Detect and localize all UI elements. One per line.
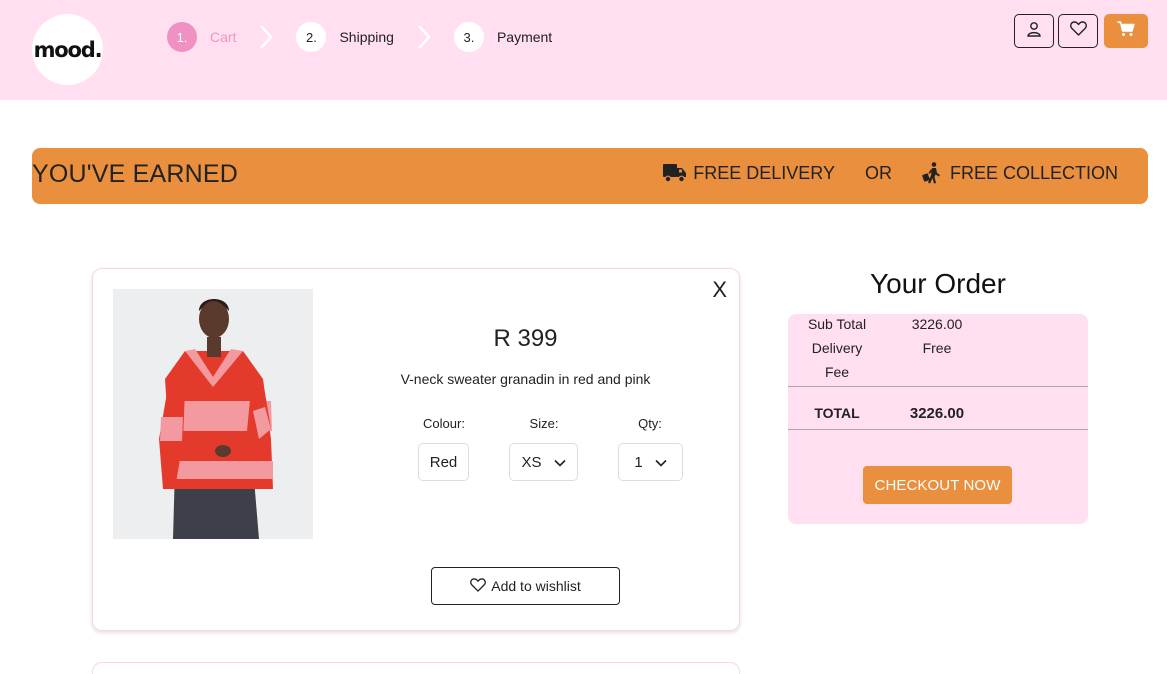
product-image[interactable]	[113, 289, 313, 539]
step-number: 2.	[296, 22, 327, 52]
cart-button[interactable]	[1104, 14, 1148, 48]
subtotal-value: 3226.00	[911, 316, 963, 332]
divider	[788, 429, 1088, 430]
chevron-down-icon	[542, 454, 566, 471]
wishlist-label: Add to wishlist	[491, 578, 581, 594]
account-button[interactable]	[1014, 14, 1054, 48]
divider	[788, 386, 1088, 387]
logo-text: mood.	[33, 37, 103, 62]
step-label: Cart	[210, 29, 237, 45]
qty-value: 1	[634, 453, 643, 471]
free-delivery-label: FREE DELIVERY	[693, 162, 835, 183]
qty-label: Qty:	[638, 416, 662, 431]
chevron-right-icon	[236, 22, 296, 52]
checkout-button[interactable]: CHECKOUT NOW	[863, 466, 1012, 504]
delivery-fee-label: Delivery	[811, 340, 863, 356]
heart-icon	[470, 577, 491, 595]
colour-field: Red	[418, 443, 469, 481]
delivery-fee-value: Free	[922, 340, 952, 356]
remove-item-button[interactable]: X	[712, 277, 727, 303]
step-label: Shipping	[339, 29, 394, 45]
step-number: 1.	[167, 22, 197, 52]
person-luggage-icon	[922, 162, 944, 184]
size-value: XS	[521, 453, 542, 471]
chevron-right-icon	[394, 22, 454, 52]
order-title: Your Order	[870, 268, 1006, 299]
or-label: OR	[864, 162, 892, 183]
step-cart[interactable]: 1. Cart	[167, 22, 236, 52]
step-number: 3.	[453, 22, 484, 52]
product-price: R 399	[493, 325, 558, 352]
cart-item-card: X R 399 V-neck sweater granadin in red a…	[92, 268, 740, 631]
colour-value: Red	[429, 453, 458, 471]
user-icon	[1026, 21, 1042, 42]
cart-item-card	[92, 662, 740, 674]
logo[interactable]: mood.	[32, 14, 103, 85]
step-payment[interactable]: 3. Payment	[453, 22, 553, 52]
colour-label: Colour:	[423, 416, 465, 431]
subtotal-label: Sub Total	[807, 316, 867, 332]
step-label: Payment	[496, 29, 553, 45]
checkout-steps: 1. Cart 2. Shipping 3. Payment	[167, 22, 552, 52]
step-shipping[interactable]: 2. Shipping	[296, 22, 394, 52]
size-label: Size:	[529, 416, 559, 431]
free-delivery-banner: YOU'VE EARNED FREE DELIVERY OR FREE COLL…	[32, 148, 1148, 204]
chevron-down-icon	[643, 454, 667, 471]
heart-icon	[1069, 21, 1087, 41]
size-select[interactable]: XS	[509, 443, 578, 481]
delivery-fee-label-line2: Fee	[824, 364, 850, 380]
total-label: TOTAL	[814, 405, 860, 421]
wishlist-button[interactable]	[1058, 14, 1098, 48]
truck-icon	[663, 163, 687, 183]
banner-title: YOU'VE EARNED	[32, 160, 239, 188]
add-to-wishlist-button[interactable]: Add to wishlist	[431, 567, 620, 605]
cart-icon	[1117, 20, 1135, 42]
product-name: V-neck sweater granadin in red and pink	[400, 371, 651, 387]
top-header: mood. 1. Cart 2. Shipping 3. Payment	[0, 0, 1167, 100]
qty-select[interactable]: 1	[618, 443, 683, 481]
banner-offers: FREE DELIVERY OR FREE COLLECTION	[663, 162, 1118, 184]
total-value: 3226.00	[909, 405, 965, 422]
free-collection-label: FREE COLLECTION	[949, 162, 1118, 183]
order-summary: Sub Total 3226.00 Delivery Fee Free TOTA…	[788, 314, 1088, 524]
